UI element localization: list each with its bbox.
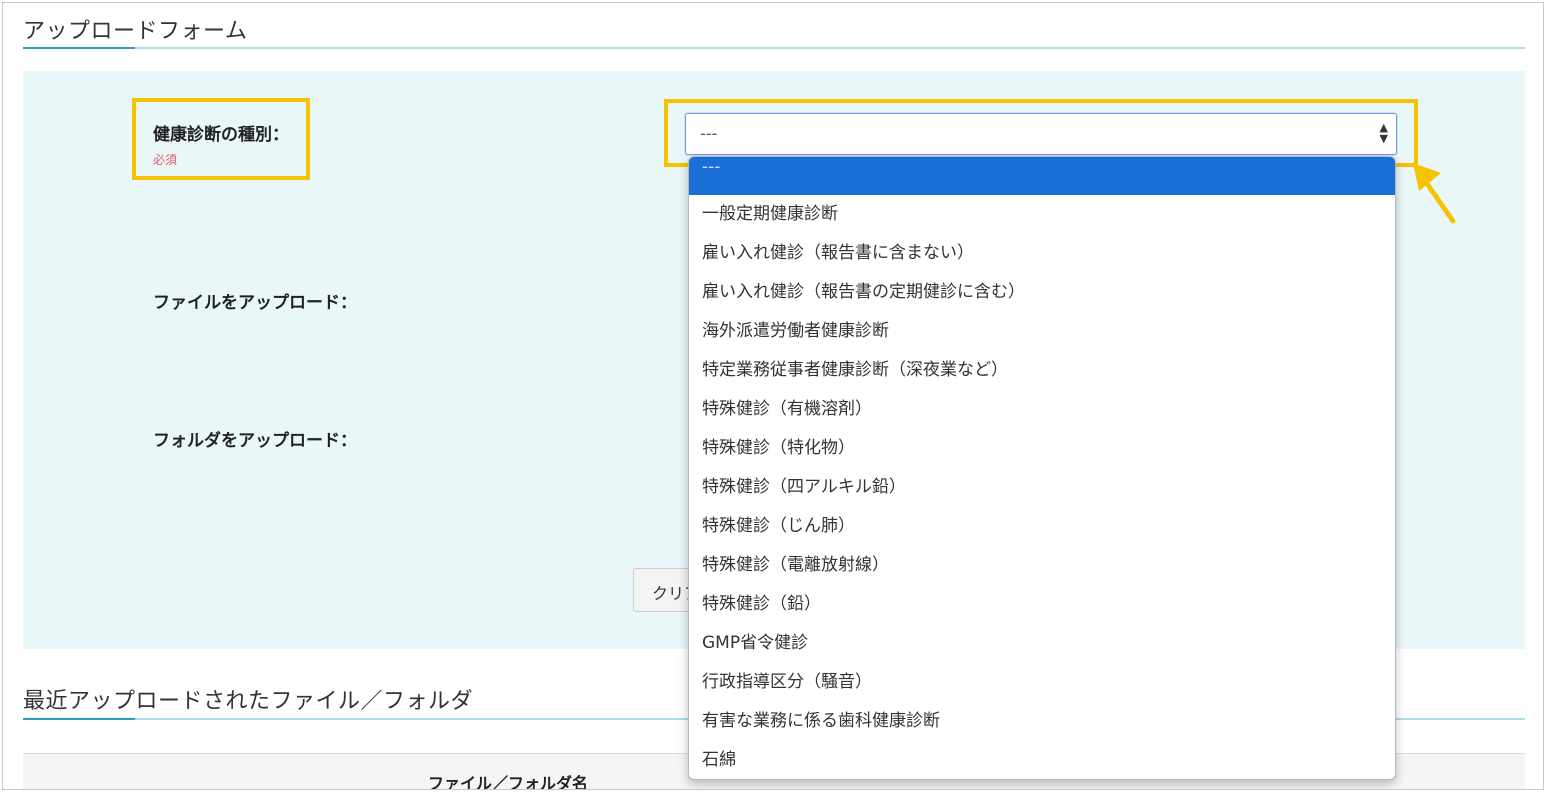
dropdown-option-blank[interactable]: --- [689, 157, 1395, 195]
pointer-arrow-icon [1413, 163, 1456, 224]
required-badge: 必須 [153, 153, 178, 167]
dropdown-option[interactable]: 雇い入れ健診（報告書の定期健診に含む） [689, 273, 1395, 312]
exam-type-select[interactable]: --- ▲ ▼ [685, 113, 1397, 155]
exam-type-label: 健康診断の種別： [153, 125, 289, 145]
recent-uploads-title: 最近アップロードされたファイル／フォルダ [23, 689, 474, 714]
dropdown-option[interactable]: 一般定期健康診断 [689, 195, 1395, 234]
select-updown-icon: ▲ ▼ [1379, 121, 1388, 145]
dropdown-option[interactable]: 海外派遣労働者健康診断 [689, 312, 1395, 351]
exam-type-select-value: --- [700, 124, 718, 143]
upload-form-title-rule [23, 47, 1525, 49]
dropdown-option[interactable]: 特殊健診（じん肺） [689, 507, 1395, 546]
dropdown-option[interactable]: 特殊健診（四アルキル鉛） [689, 468, 1395, 507]
dropdown-option[interactable]: 特殊健診（鉛） [689, 585, 1395, 624]
dropdown-option[interactable]: 石綿 [689, 741, 1395, 779]
dropdown-option[interactable]: 特殊健診（電離放射線） [689, 546, 1395, 585]
dropdown-option[interactable]: 特定業務従事者健康診断（深夜業など） [689, 351, 1395, 390]
upload-form-title: アップロードフォーム [23, 19, 248, 44]
app-frame: アップロードフォーム 健康診断の種別： 必須 --- ▲ ▼ ファイルをアップロー… [2, 2, 1544, 790]
dropdown-option[interactable]: 行政指導区分（騒音） [689, 663, 1395, 702]
exam-type-dropdown-list[interactable]: --- 一般定期健康診断 雇い入れ健診（報告書に含まない） 雇い入れ健診（報告書… [688, 156, 1396, 780]
column-header-name: ファイル／フォルダ名 [428, 774, 589, 790]
dropdown-option[interactable]: 特殊健診（有機溶剤） [689, 390, 1395, 429]
dropdown-option[interactable]: 雇い入れ健診（報告書に含まない） [689, 234, 1395, 273]
dropdown-option[interactable]: 有害な業務に係る歯科健康診断 [689, 702, 1395, 741]
file-upload-label: ファイルをアップロード： [153, 293, 357, 313]
folder-upload-label: フォルダをアップロード： [153, 431, 357, 451]
dropdown-option[interactable]: GMP省令健診 [689, 624, 1395, 663]
dropdown-option[interactable]: 特殊健診（特化物） [689, 429, 1395, 468]
